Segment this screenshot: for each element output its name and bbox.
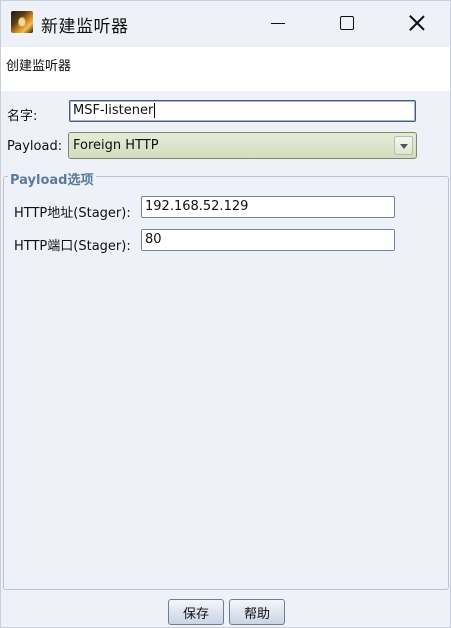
- minimize-icon: [271, 22, 285, 24]
- minimize-button[interactable]: [255, 1, 301, 45]
- header-banner: 创建监听器: [1, 47, 450, 91]
- name-input[interactable]: MSF-listener: [69, 100, 416, 122]
- app-icon: [11, 11, 33, 33]
- payload-select-value: Foreign HTTP: [73, 138, 159, 153]
- save-button[interactable]: 保存: [168, 599, 224, 625]
- http-port-label: HTTP端口(Stager):: [14, 239, 131, 254]
- payload-options-title: Payload选项: [8, 169, 96, 188]
- text-caret: [154, 103, 156, 118]
- close-icon: [409, 15, 425, 31]
- payload-select[interactable]: Foreign HTTP: [68, 132, 417, 159]
- name-label: 名字:: [7, 109, 38, 124]
- maximize-button[interactable]: [324, 1, 370, 45]
- title-bar: 新建监听器: [1, 1, 450, 45]
- http-port-input[interactable]: 80: [141, 229, 395, 251]
- name-input-value: MSF-listener: [73, 103, 154, 118]
- chevron-down-icon[interactable]: [394, 136, 413, 155]
- maximize-icon: [340, 16, 354, 30]
- close-button[interactable]: [394, 1, 440, 45]
- http-host-label: HTTP地址(Stager):: [14, 206, 131, 221]
- http-host-input[interactable]: 192.168.52.129: [141, 196, 395, 218]
- payload-label: Payload:: [7, 139, 63, 154]
- help-button[interactable]: 帮助: [229, 599, 285, 625]
- banner-text: 创建监听器: [6, 59, 72, 74]
- window-title: 新建监听器: [41, 17, 129, 37]
